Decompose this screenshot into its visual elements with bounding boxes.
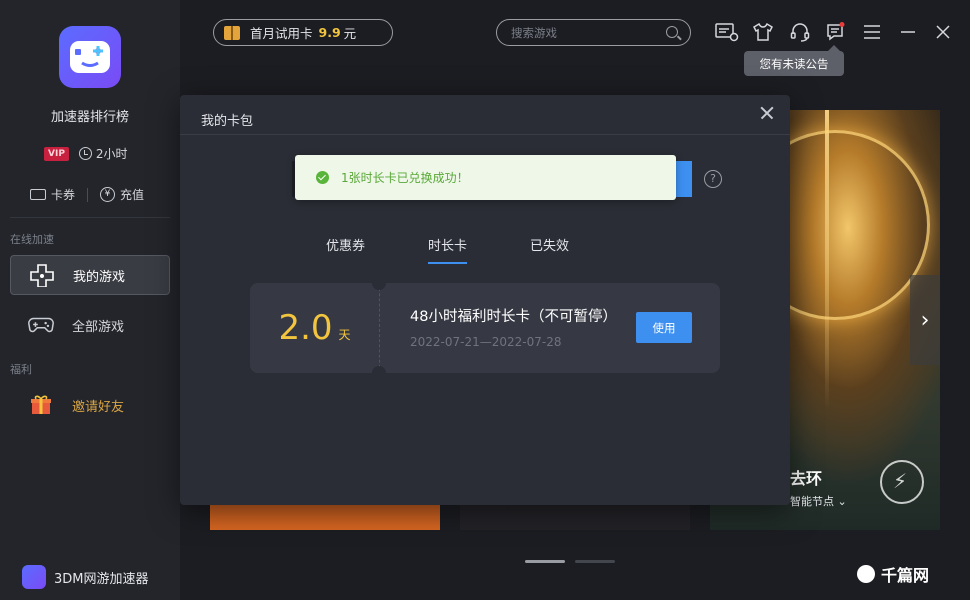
- card-details: 48小时福利时长卡（不可暂停） 2022-07-21—2022-07-28 使用: [379, 283, 720, 373]
- ticket-notch: [372, 366, 386, 380]
- time-card-item: 2.0 天 48小时福利时长卡（不可暂停） 2022-07-21—2022-07…: [250, 276, 720, 380]
- node-selector[interactable]: 智能节点 ⌄: [790, 493, 847, 509]
- sidebar: 加速器排行榜 VIP 2小时 卡券 ¥ 充值 在线加速 我的游戏 全部游戏 福利…: [0, 0, 180, 600]
- network-settings-icon[interactable]: [715, 21, 739, 43]
- chevron-down-icon: ⌄: [837, 495, 847, 508]
- card-amount-value: 2.0: [278, 308, 333, 348]
- node-label: 智能节点: [790, 495, 834, 508]
- search-input[interactable]: [511, 25, 656, 40]
- gamepad-icon: [28, 315, 54, 335]
- use-card-button[interactable]: 使用: [636, 312, 692, 343]
- headset-support-icon[interactable]: [789, 21, 811, 43]
- toast-message: 1张时长卡已兑换成功！: [341, 171, 469, 185]
- ranking-link[interactable]: 加速器排行榜: [0, 106, 180, 125]
- card-amount-unit: 天: [338, 327, 351, 342]
- trial-card-button[interactable]: 首月试用卡 9.9 元: [213, 19, 393, 46]
- app-logo: [59, 26, 121, 88]
- tab-time-cards[interactable]: 时长卡: [428, 235, 468, 264]
- trial-unit: 元: [343, 26, 357, 41]
- remaining-time: 2小时: [95, 147, 128, 161]
- tshirt-skin-icon[interactable]: [752, 21, 774, 43]
- sidebar-divider: [10, 217, 170, 218]
- help-icon[interactable]: ?: [704, 170, 722, 188]
- coupon-label: 卡券: [51, 188, 76, 202]
- card-title: 48小时福利时长卡（不可暂停）: [410, 309, 617, 325]
- section-welfare-label: 福利: [10, 363, 32, 376]
- close-icon[interactable]: [758, 104, 776, 122]
- redeem-button[interactable]: [674, 161, 692, 197]
- carousel-indicator: [525, 560, 615, 563]
- gift-icon: [28, 395, 54, 415]
- carousel-next-button[interactable]: ›: [910, 275, 940, 365]
- dialog-title: 我的卡包: [201, 114, 254, 129]
- unread-notice-tooltip: 您有未读公告: [744, 45, 844, 76]
- brand-name: 3DM网游加速器: [54, 571, 149, 587]
- vip-badge: VIP: [44, 146, 69, 161]
- tab-expired[interactable]: 已失效: [530, 235, 569, 264]
- card-validity: 2022-07-21—2022-07-28: [410, 335, 562, 349]
- minimize-icon[interactable]: [897, 21, 919, 43]
- recharge-label: 充值: [120, 188, 145, 202]
- notice-icon[interactable]: [825, 21, 847, 43]
- gift-icon: [224, 25, 240, 40]
- carousel-dot[interactable]: [575, 560, 615, 563]
- card-tabs: 优惠券 时长卡 已失效: [326, 235, 632, 264]
- sidebar-item-label: 全部游戏: [72, 319, 125, 335]
- boost-button[interactable]: [880, 460, 924, 504]
- watermark-text: 千篇网: [881, 566, 930, 585]
- section-online-label: 在线加速: [10, 233, 54, 246]
- dpad-icon: [29, 264, 55, 287]
- trial-text: 首月试用卡: [250, 26, 313, 41]
- vip-status: VIP 2小时: [44, 145, 128, 162]
- dialog-divider: [180, 134, 790, 135]
- game-title: 去环: [790, 469, 823, 488]
- watermark-logo-icon: [857, 565, 875, 583]
- recharge-button[interactable]: ¥ 充值: [100, 186, 144, 203]
- sidebar-item-invite-friends[interactable]: 邀请好友: [10, 385, 170, 425]
- card-amount: 2.0 天: [250, 283, 379, 373]
- trial-price: 9.9: [318, 25, 341, 40]
- gamepad-logo-icon: [70, 41, 110, 73]
- ticket-icon: [30, 189, 46, 200]
- wallet-row: 卡券 ¥ 充值: [30, 186, 144, 203]
- watermark: 千篇网: [857, 562, 929, 586]
- wallet-divider: [87, 187, 89, 202]
- carousel-dot[interactable]: [525, 560, 565, 563]
- check-circle-icon: [316, 171, 329, 184]
- success-toast: 1张时长卡已兑换成功！: [295, 155, 676, 200]
- search-icon[interactable]: [666, 26, 678, 38]
- card-wallet-dialog: 我的卡包 ? 1张时长卡已兑换成功！ 优惠券 时长卡 已失效 2.0 天 48小…: [180, 95, 790, 505]
- sidebar-item-label: 我的游戏: [73, 269, 126, 285]
- sidebar-item-label: 邀请好友: [72, 399, 125, 415]
- ticket-notch: [372, 276, 386, 290]
- yen-icon: ¥: [100, 187, 116, 202]
- tab-coupons[interactable]: 优惠券: [326, 235, 365, 264]
- menu-icon[interactable]: [861, 21, 883, 43]
- coupon-button[interactable]: 卡券: [30, 186, 75, 203]
- search-box: [496, 19, 691, 46]
- brand-logo-icon: [22, 565, 46, 589]
- clock-icon: [78, 147, 92, 160]
- sidebar-item-my-games[interactable]: 我的游戏: [10, 255, 170, 295]
- sidebar-item-all-games[interactable]: 全部游戏: [10, 305, 170, 345]
- close-window-icon[interactable]: [932, 21, 954, 43]
- brand-footer: 3DM网游加速器: [22, 565, 149, 589]
- chevron-right-icon: ›: [920, 307, 930, 333]
